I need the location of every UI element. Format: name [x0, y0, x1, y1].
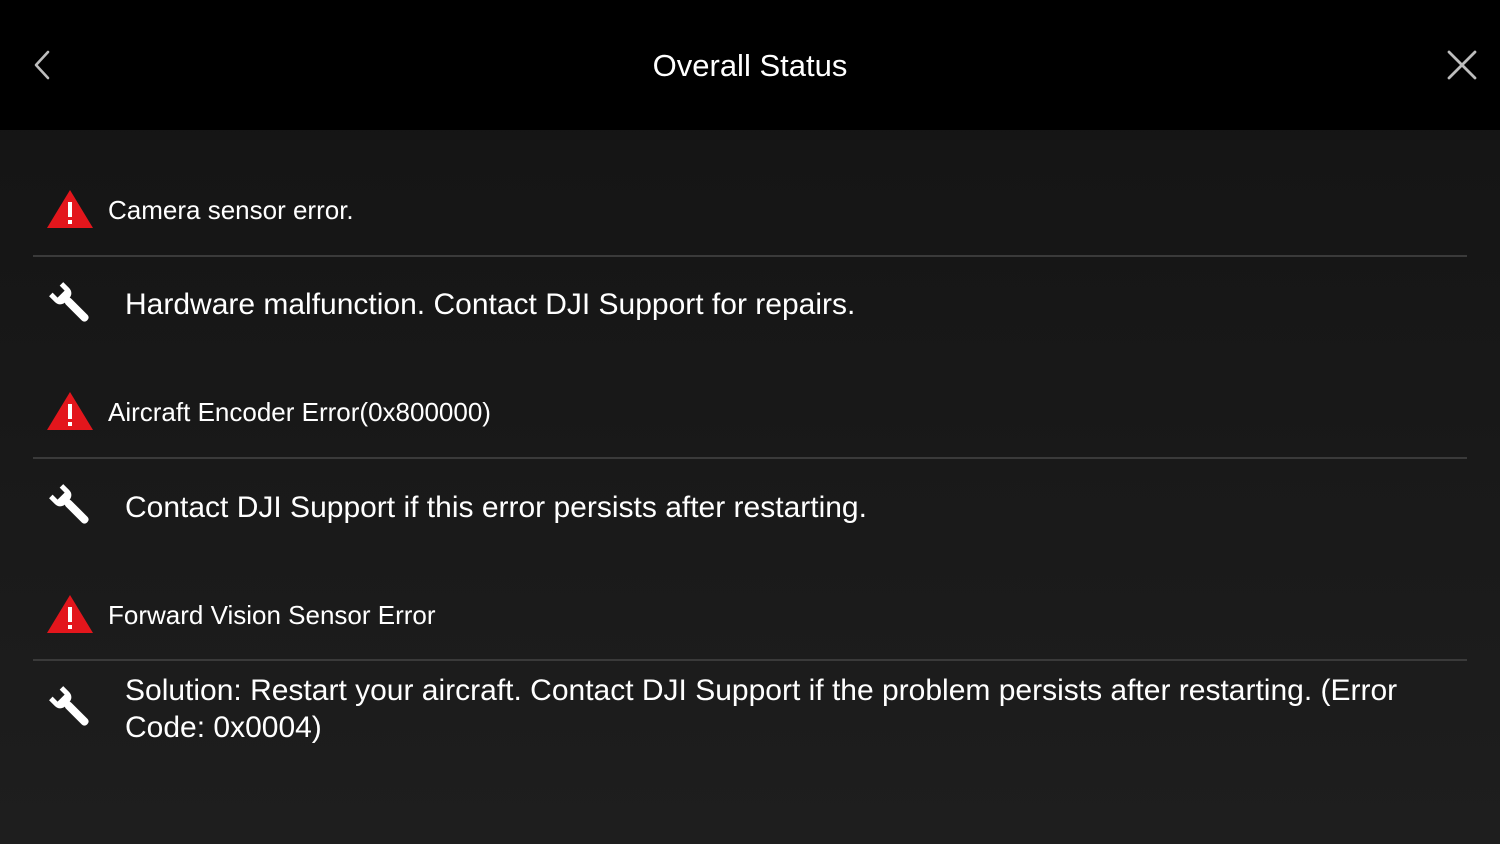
divider — [33, 659, 1467, 661]
error-message: Aircraft Encoder Error(0x800000) — [108, 397, 491, 427]
error-message: Camera sensor error. — [108, 195, 354, 225]
wrench-icon — [49, 282, 89, 322]
header-bar: Overall Status — [0, 0, 1500, 130]
error-message: Forward Vision Sensor Error — [108, 600, 436, 630]
wrench-icon — [49, 686, 89, 726]
solution-message: Hardware malfunction. Contact DJI Suppor… — [125, 288, 856, 321]
warning-icon — [47, 392, 93, 430]
divider — [33, 457, 1467, 459]
page-title: Overall Status — [652, 48, 848, 83]
close-button[interactable] — [1440, 44, 1484, 86]
solution-message: Solution: Restart your aircraft. Contact… — [125, 674, 1398, 744]
solution-message: Contact DJI Support if this error persis… — [125, 491, 867, 524]
wrench-icon — [49, 484, 89, 524]
overall-status-screen: Overall Status Camera sensor error. Hard… — [0, 0, 1500, 844]
warning-icon — [47, 190, 93, 228]
warning-icon — [47, 595, 93, 633]
close-icon — [1447, 50, 1477, 80]
divider — [33, 255, 1467, 257]
